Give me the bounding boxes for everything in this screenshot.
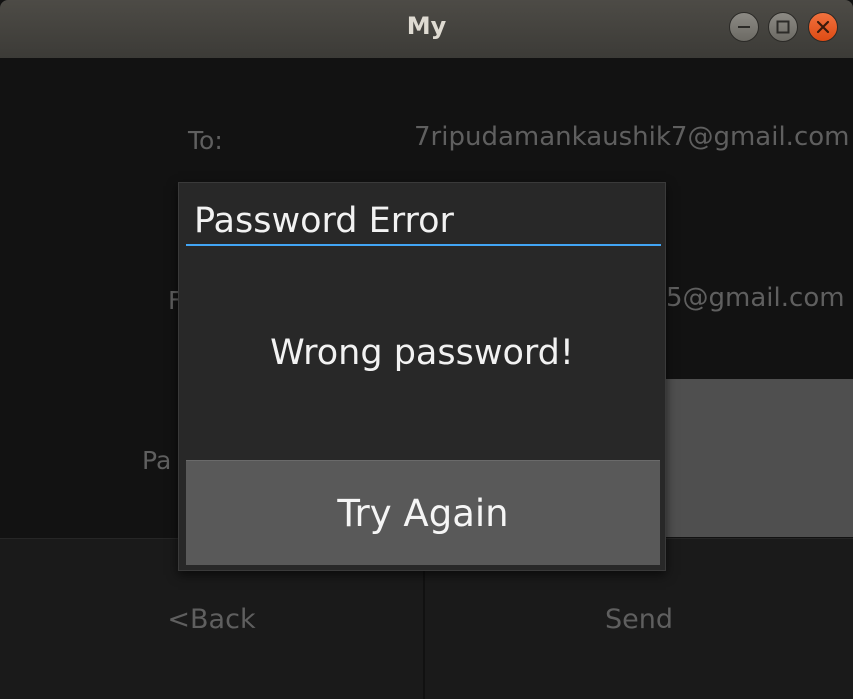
dialog-title: Password Error <box>194 201 454 241</box>
close-icon <box>816 20 830 34</box>
window-title: My <box>406 12 447 40</box>
maximize-button[interactable] <box>768 12 798 42</box>
app-window: My To: 7ripudamankaushik7@gmail.com F 5@… <box>0 0 853 699</box>
dialog-message: Wrong password! <box>270 333 574 373</box>
to-label: To: <box>188 126 223 155</box>
try-again-button[interactable]: Try Again <box>186 460 660 565</box>
close-button[interactable] <box>808 12 838 42</box>
background-panel-button[interactable] <box>660 379 853 537</box>
from-field[interactable]: 5@gmail.com <box>666 283 845 313</box>
maximize-icon <box>776 20 790 34</box>
minimize-button[interactable] <box>729 12 759 42</box>
title-bar[interactable]: My <box>0 0 853 58</box>
minimize-icon <box>738 26 750 28</box>
password-error-dialog: Password Error Wrong password! Try Again <box>178 182 666 571</box>
dialog-title-divider <box>186 244 661 246</box>
to-field[interactable]: 7ripudamankaushik7@gmail.com <box>414 122 849 152</box>
password-label: Pa <box>142 446 172 475</box>
